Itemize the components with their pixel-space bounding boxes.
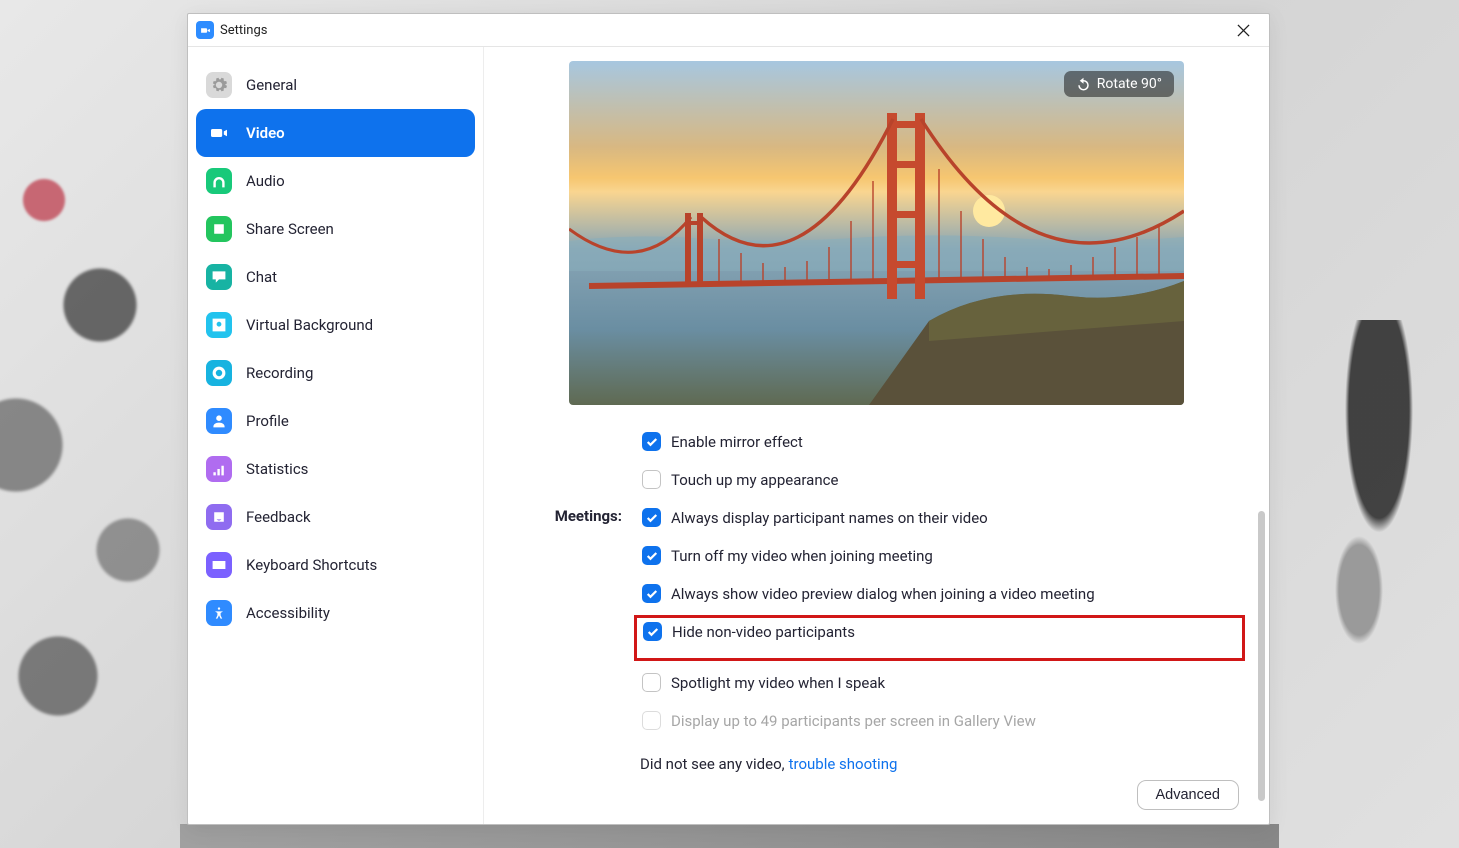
access-icon <box>206 600 232 626</box>
shortcuts-icon <box>206 552 232 578</box>
share-icon <box>206 216 232 242</box>
stats-icon <box>206 456 232 482</box>
sidebar-item-feedback[interactable]: Feedback <box>196 493 475 541</box>
option-hidenp[interactable]: Hide non-video participants <box>641 619 1238 644</box>
option-previewd[interactable]: Always show video preview dialog when jo… <box>640 581 1239 606</box>
preview-illustration <box>569 61 1184 405</box>
sidebar-item-label: Video <box>246 124 285 142</box>
feedback-icon <box>206 504 232 530</box>
general-icon <box>206 72 232 98</box>
sidebar-item-profile[interactable]: Profile <box>196 397 475 445</box>
bg-decor-bottom <box>180 824 1279 848</box>
window-title: Settings <box>220 23 267 38</box>
checkbox-touchup[interactable] <box>642 470 661 489</box>
sidebar-item-label: General <box>246 76 297 94</box>
sidebar-item-access[interactable]: Accessibility <box>196 589 475 637</box>
settings-main: Rotate 90° Enable mirror effect Touch up … <box>484 47 1269 824</box>
window-body: General Video Audio Share Screen Chat Virtual… <box>188 47 1269 824</box>
troubleshoot-link[interactable]: trouble shooting <box>789 755 898 773</box>
option-names[interactable]: Always display participant names on thei… <box>640 505 1239 530</box>
option-turnoff[interactable]: Turn off my video when joining meeting <box>640 543 1239 568</box>
rotate-90-button[interactable]: Rotate 90° <box>1064 71 1174 97</box>
checkbox-gallery49 <box>642 711 661 730</box>
video-preview: Rotate 90° <box>569 61 1184 405</box>
checkbox-hidenp[interactable] <box>643 622 662 641</box>
chat-icon <box>206 264 232 290</box>
close-button[interactable] <box>1223 14 1263 47</box>
option-label: Always show video preview dialog when jo… <box>671 585 1095 603</box>
sidebar-item-label: Virtual Background <box>246 316 373 334</box>
advanced-button[interactable]: Advanced <box>1137 780 1240 810</box>
highlight-hide-non-video: Hide non-video participants <box>634 615 1245 661</box>
sidebar-item-label: Profile <box>246 412 289 430</box>
sidebar-item-general[interactable]: General <box>196 61 475 109</box>
sidebar-item-label: Accessibility <box>246 604 330 622</box>
checkbox-previewd[interactable] <box>642 584 661 603</box>
sidebar-item-label: Share Screen <box>246 220 334 238</box>
checkbox-mirror[interactable] <box>642 432 661 451</box>
troubleshoot-text: Did not see any video, <box>640 755 785 773</box>
sidebar-item-share[interactable]: Share Screen <box>196 205 475 253</box>
settings-sidebar: General Video Audio Share Screen Chat Virtual… <box>188 47 484 824</box>
audio-icon <box>206 168 232 194</box>
zoom-app-icon <box>196 21 214 39</box>
sidebar-item-label: Audio <box>246 172 285 190</box>
sidebar-item-chat[interactable]: Chat <box>196 253 475 301</box>
sidebar-item-video[interactable]: Video <box>196 109 475 157</box>
recording-icon <box>206 360 232 386</box>
checkbox-names[interactable] <box>642 508 661 527</box>
video-icon <box>206 120 232 146</box>
profile-icon <box>206 408 232 434</box>
sidebar-item-label: Feedback <box>246 508 311 526</box>
sidebar-item-vb[interactable]: Virtual Background <box>196 301 475 349</box>
option-label: Enable mirror effect <box>671 433 803 451</box>
option-label: Display up to 49 participants per screen… <box>671 712 1036 730</box>
video-options: Enable mirror effect Touch up my appearan… <box>514 429 1239 773</box>
checkbox-turnoff[interactable] <box>642 546 661 565</box>
sidebar-item-label: Recording <box>246 364 313 382</box>
settings-window: Settings General Video Audio Share Screen Ch… <box>187 13 1270 825</box>
sidebar-item-shortcuts[interactable]: Keyboard Shortcuts <box>196 541 475 589</box>
rotate-icon <box>1076 77 1091 92</box>
checkbox-spotlight[interactable] <box>642 673 661 692</box>
option-label: Spotlight my video when I speak <box>671 674 885 692</box>
option-label: Always display participant names on thei… <box>671 509 988 527</box>
sidebar-item-stats[interactable]: Statistics <box>196 445 475 493</box>
option-spotlight[interactable]: Spotlight my video when I speak <box>640 670 1239 695</box>
spacer-col <box>514 429 640 431</box>
sidebar-item-label: Statistics <box>246 460 308 478</box>
rotate-label: Rotate 90° <box>1097 76 1162 92</box>
option-label: Hide non-video participants <box>672 623 855 641</box>
option-label: Turn off my video when joining meeting <box>671 547 933 565</box>
option-touchup[interactable]: Touch up my appearance <box>640 467 1239 492</box>
option-label: Touch up my appearance <box>671 471 838 489</box>
sidebar-item-label: Chat <box>246 268 277 286</box>
meetings-heading: Meetings: <box>514 505 640 525</box>
option-gallery49: Display up to 49 participants per screen… <box>640 708 1239 733</box>
scrollbar-thumb[interactable] <box>1258 511 1265 801</box>
bg-decor-right <box>1279 320 1459 770</box>
troubleshoot-row: Did not see any video,trouble shooting <box>640 755 1239 773</box>
option-mirror[interactable]: Enable mirror effect <box>640 429 1239 454</box>
vb-icon <box>206 312 232 338</box>
sidebar-item-label: Keyboard Shortcuts <box>246 556 377 574</box>
titlebar: Settings <box>188 14 1269 47</box>
sidebar-item-audio[interactable]: Audio <box>196 157 475 205</box>
sidebar-item-recording[interactable]: Recording <box>196 349 475 397</box>
